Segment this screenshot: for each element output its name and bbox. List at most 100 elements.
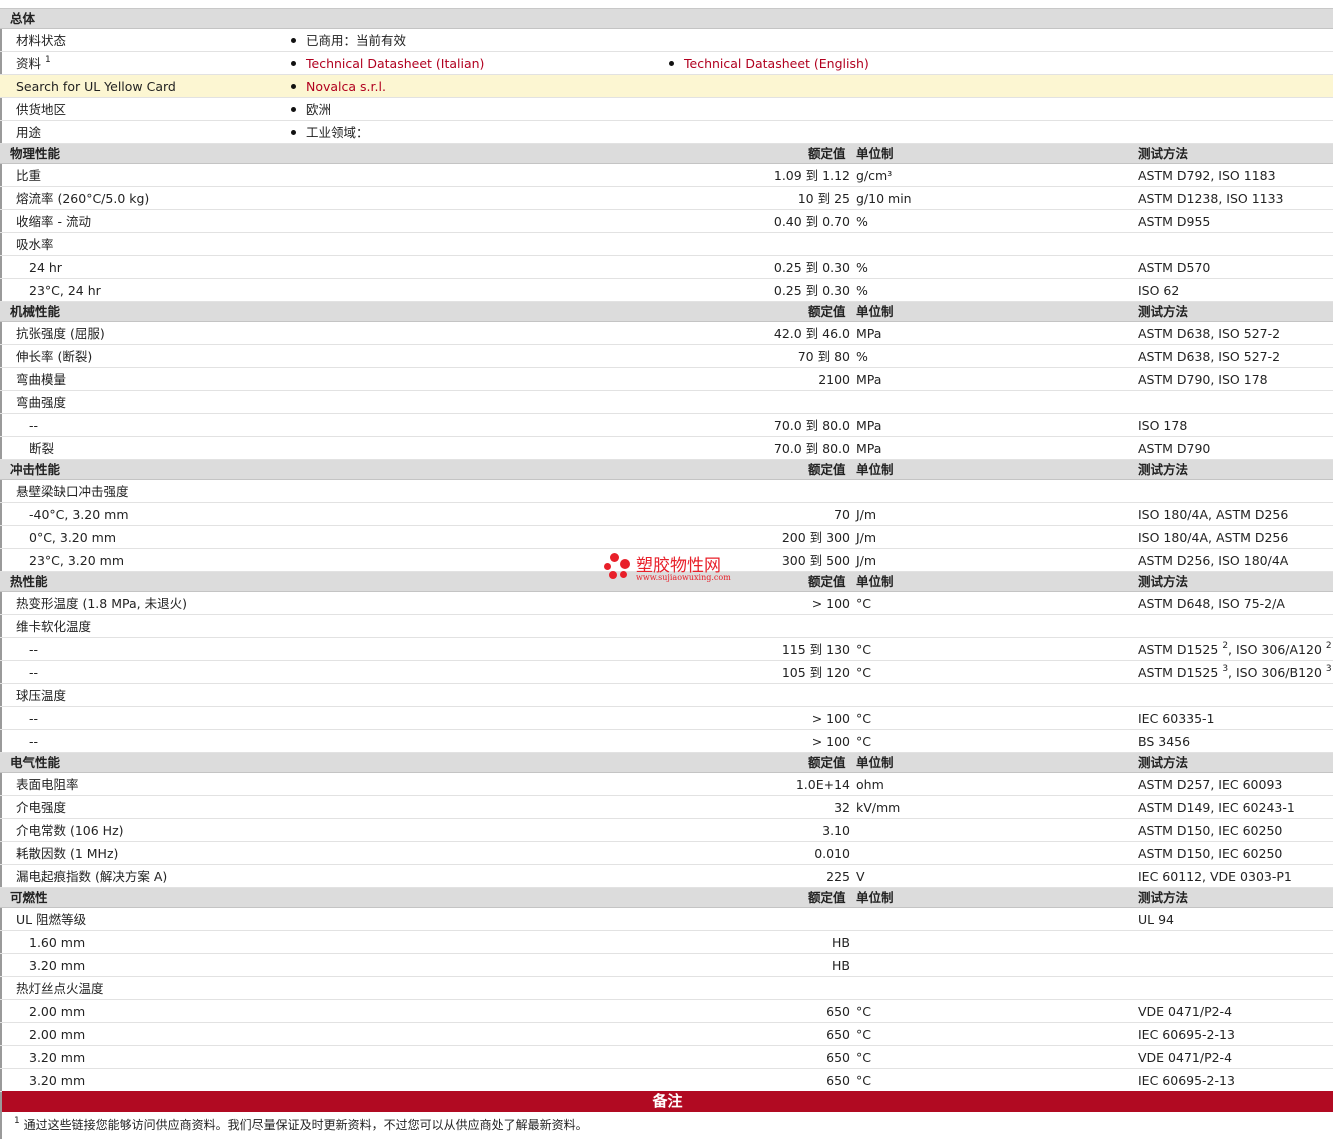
test-method: ASTM D570: [1138, 256, 1210, 279]
section-title: 冲击性能: [10, 462, 61, 477]
datasheet-link[interactable]: Novalca s.r.l.: [306, 79, 386, 94]
property-unit: J/m: [856, 530, 877, 545]
property-value: 42.0 到 46.0: [773, 326, 850, 341]
property-label: 悬壁梁缺口冲击强度: [16, 484, 129, 499]
column-header-value: 额定值: [808, 755, 846, 770]
property-row: 热变形温度 (1.8 MPa, 未退火) > 100 °C ASTM D648, IS…: [0, 592, 1333, 615]
property-unit: °C: [856, 1004, 871, 1019]
property-label: 热灯丝点火温度: [16, 981, 104, 996]
footnote-ref: 2: [1325, 641, 1332, 651]
property-unit: ohm: [856, 777, 884, 792]
notes-header: 备注: [2, 1091, 1333, 1112]
general-item: 工业领域：: [291, 121, 369, 144]
property-row: -40°C, 3.20 mm 70 J/m ISO 180/4A, ASTM D256: [0, 503, 1333, 526]
property-label: 伸长率 (断裂): [16, 349, 93, 364]
property-label: 断裂: [29, 441, 55, 456]
property-row: 热灯丝点火温度: [0, 977, 1333, 1000]
general-item[interactable]: Technical Datasheet (English): [669, 52, 869, 75]
bullet-icon: [669, 61, 674, 66]
top-rule: [0, 0, 1333, 9]
test-method-text: ASTM D638, ISO 527-2: [1138, 326, 1281, 341]
property-value: 0.010: [814, 846, 850, 861]
property-label: 熔流率 (260°C/5.0 kg): [16, 191, 150, 206]
test-method: IEC 60112, VDE 0303-P1: [1138, 865, 1292, 888]
general-item[interactable]: Novalca s.r.l.: [291, 75, 386, 98]
general-label-text: 用途: [16, 125, 42, 140]
property-label: 23°C, 3.20 mm: [29, 553, 124, 568]
section-header: 物理性能 额定值 单位制 测试方法: [0, 144, 1333, 164]
test-method: ISO 178: [1138, 414, 1187, 437]
bullet-icon: [291, 130, 296, 135]
test-method-text: UL 94: [1138, 912, 1174, 927]
section-title: 物理性能: [10, 146, 61, 161]
test-method: ASTM D257, IEC 60093: [1138, 773, 1282, 796]
column-header-method: 测试方法: [1138, 304, 1189, 319]
footnote-ref: 3: [1325, 664, 1332, 674]
column-header-unit: 单位制: [856, 755, 894, 770]
property-row: 表面电阻率 1.0E+14 ohm ASTM D257, IEC 60093: [0, 773, 1333, 796]
section-title: 热性能: [10, 574, 48, 589]
test-method-text: ASTM D1525: [1138, 665, 1219, 680]
property-unit: MPa: [856, 441, 882, 456]
bullet-icon: [291, 107, 296, 112]
property-value: > 100: [811, 596, 850, 611]
general-item: 欧洲: [291, 98, 331, 121]
test-method-text: ASTM D792, ISO 1183: [1138, 168, 1276, 183]
datasheet: 总体 材料状态 已商用：当前有效 资料 1 Technical Datasheet (I…: [0, 0, 1333, 1139]
section-header: 可燃性 额定值 单位制 测试方法: [0, 888, 1333, 908]
property-value: 3.10: [822, 823, 850, 838]
column-header-unit: 单位制: [856, 462, 894, 477]
property-row: 耗散因数 (1 MHz) 0.010 ASTM D150, IEC 60250: [0, 842, 1333, 865]
test-method: ASTM D955: [1138, 210, 1210, 233]
test-method-text: ISO 180/4A, ASTM D256: [1138, 530, 1289, 545]
property-unit: J/m: [856, 553, 877, 568]
property-row: 1.60 mm HB: [0, 931, 1333, 954]
property-row: 介电强度 32 kV/mm ASTM D149, IEC 60243-1: [0, 796, 1333, 819]
property-unit: g/10 min: [856, 191, 912, 206]
property-label: 3.20 mm: [29, 1050, 86, 1065]
property-row: 3.20 mm HB: [0, 954, 1333, 977]
property-value: > 100: [811, 734, 850, 749]
property-unit: °C: [856, 734, 871, 749]
property-label: 3.20 mm: [29, 1073, 86, 1088]
property-unit: °C: [856, 1027, 871, 1042]
property-label: 3.20 mm: [29, 958, 86, 973]
property-value: 115 到 130: [781, 642, 850, 657]
property-label: 2.00 mm: [29, 1027, 86, 1042]
test-method-text: IEC 60112, VDE 0303-P1: [1138, 869, 1292, 884]
test-method-text: ASTM D1238, ISO 1133: [1138, 191, 1284, 206]
datasheet-link[interactable]: Technical Datasheet (Italian): [306, 56, 484, 71]
property-value: 70: [834, 507, 850, 522]
property-label: 漏电起痕指数 (解决方案 A): [16, 869, 168, 884]
property-value: 200 到 300: [781, 530, 850, 545]
footnote-ref: 1: [45, 55, 51, 65]
test-method: ASTM D638, ISO 527-2: [1138, 322, 1280, 345]
general-item[interactable]: Technical Datasheet (Italian): [291, 52, 484, 75]
property-label: 维卡软化温度: [16, 619, 92, 634]
property-row: 0°C, 3.20 mm 200 到 300 J/m ISO 180/4A, ASTM…: [0, 526, 1333, 549]
property-label: 球压温度: [16, 688, 67, 703]
property-row: 介电常数 (106 Hz) 3.10 ASTM D150, IEC 60250: [0, 819, 1333, 842]
property-value: 1.09 到 1.12: [773, 168, 850, 183]
property-value: 1.0E+14: [795, 777, 850, 792]
test-method-text: VDE 0471/P2-4: [1138, 1004, 1233, 1019]
general-label-text: 供货地区: [16, 102, 67, 117]
general-label: 资料 1: [16, 52, 51, 75]
property-label: 1.60 mm: [29, 935, 86, 950]
test-method: ASTM D790: [1138, 437, 1210, 460]
test-method: ASTM D648, ISO 75-2/A: [1138, 592, 1285, 615]
test-method: ISO 180/4A, ASTM D256: [1138, 503, 1288, 526]
property-label: 耗散因数 (1 MHz): [16, 846, 119, 861]
section-title: 总体: [10, 11, 36, 26]
property-row: UL 阻燃等级 UL 94: [0, 908, 1333, 931]
property-row: -- > 100 °C BS 3456: [0, 730, 1333, 753]
property-row: 比重 1.09 到 1.12 g/cm³ ASTM D792, ISO 1183: [0, 164, 1333, 187]
property-value: 650: [826, 1073, 850, 1088]
test-method: BS 3456: [1138, 730, 1190, 753]
column-header-value: 额定值: [808, 890, 846, 905]
section-title: 机械性能: [10, 304, 61, 319]
datasheet-link[interactable]: Technical Datasheet (English): [684, 56, 869, 71]
test-method-text: IEC 60695-2-13: [1138, 1073, 1235, 1088]
property-value: 650: [826, 1004, 850, 1019]
property-value: 70 到 80: [797, 349, 850, 364]
